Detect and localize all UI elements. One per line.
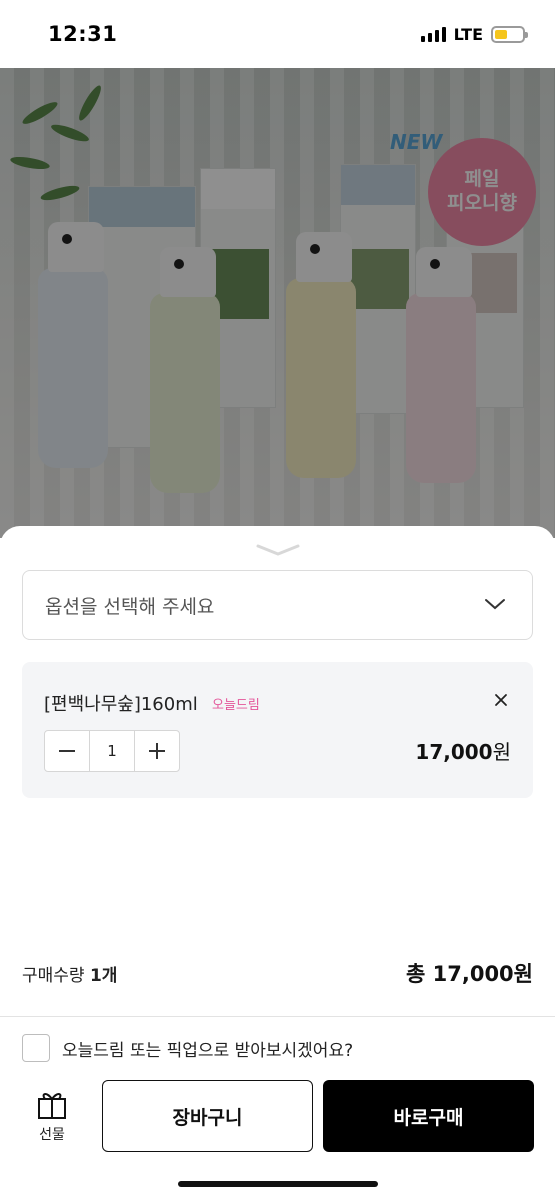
gift-button[interactable]: 선물 bbox=[28, 1090, 76, 1144]
purchase-quantity: 구매수량 1개 bbox=[22, 965, 118, 986]
remove-item-button[interactable] bbox=[489, 688, 513, 712]
status-time: 12:31 bbox=[48, 22, 118, 46]
increase-quantity-button[interactable] bbox=[135, 731, 179, 771]
selected-option-item: [편백나무숲]160ml 오늘드림 1 17,000원 bbox=[22, 662, 533, 798]
app-root: 12:31 LTE NEW 페일 피오니향 옵션을 선택해 주세요 [편백나무숲… bbox=[0, 0, 555, 1200]
add-to-cart-button[interactable]: 장바구니 bbox=[102, 1080, 313, 1152]
option-select-placeholder: 옵션을 선택해 주세요 bbox=[45, 595, 215, 618]
item-name: [편백나무숲]160ml bbox=[44, 694, 198, 715]
plus-icon bbox=[148, 743, 165, 759]
same-day-delivery-tag: 오늘드림 bbox=[212, 698, 260, 713]
close-icon bbox=[495, 694, 507, 706]
action-bar: 선물 장바구니 바로구매 bbox=[0, 1080, 555, 1156]
overlay-dim[interactable] bbox=[0, 68, 555, 538]
sheet-collapse-handle[interactable] bbox=[254, 542, 302, 556]
status-bar: 12:31 LTE bbox=[0, 0, 555, 68]
home-indicator bbox=[178, 1181, 378, 1187]
network-label: LTE bbox=[453, 24, 483, 44]
option-sheet: 옵션을 선택해 주세요 [편백나무숲]160ml 오늘드림 1 17,000원 … bbox=[0, 526, 555, 1200]
decrease-quantity-button[interactable] bbox=[45, 731, 89, 771]
quantity-stepper: 1 bbox=[44, 730, 180, 772]
divider bbox=[0, 1016, 555, 1017]
order-summary: 구매수량 1개 총 17,000원 bbox=[22, 958, 533, 988]
battery-icon bbox=[491, 25, 528, 43]
item-price: 17,000원 bbox=[415, 740, 511, 764]
status-indicators: LTE bbox=[420, 24, 528, 44]
gift-icon bbox=[38, 1093, 66, 1119]
buy-now-button[interactable]: 바로구매 bbox=[323, 1080, 534, 1152]
quantity-value[interactable]: 1 bbox=[89, 731, 135, 771]
pickup-question[interactable]: 오늘드림 또는 픽업으로 받아보시겠어요? bbox=[62, 1036, 353, 1061]
pickup-checkbox[interactable] bbox=[22, 1034, 50, 1062]
gift-label: 선물 bbox=[39, 1127, 65, 1143]
signal-icon bbox=[420, 26, 446, 42]
option-select[interactable]: 옵션을 선택해 주세요 bbox=[22, 570, 533, 640]
minus-icon bbox=[59, 750, 76, 752]
pickup-option-row: 오늘드림 또는 픽업으로 받아보시겠어요? bbox=[22, 1034, 353, 1062]
total-price: 총 17,000원 bbox=[406, 962, 533, 986]
chevron-down-icon bbox=[484, 596, 506, 615]
